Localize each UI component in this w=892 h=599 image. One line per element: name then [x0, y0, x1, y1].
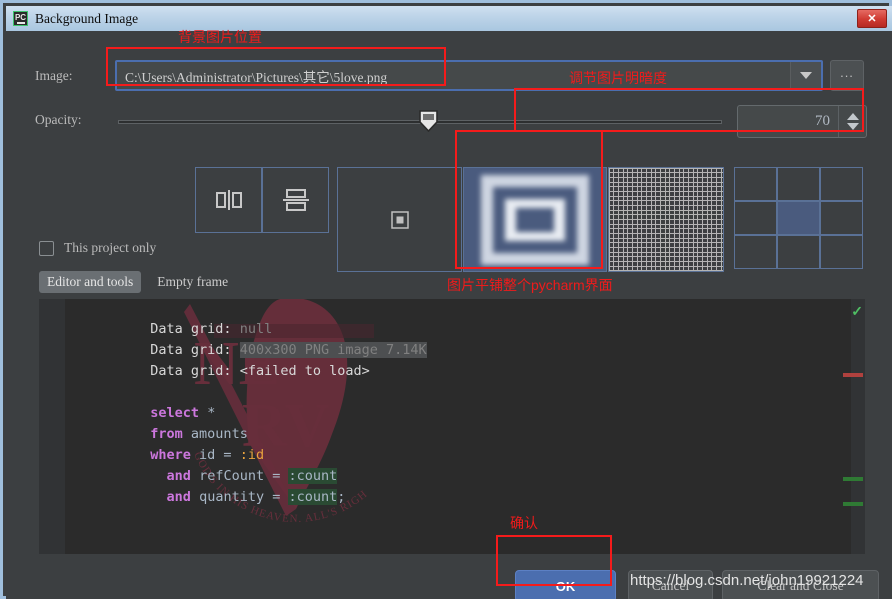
image-path-combobox[interactable]: C:\Users\Administrator\Pictures\其它\5love…	[115, 60, 823, 91]
dialog-title: Background Image	[35, 10, 139, 26]
scaled-preview-image	[464, 168, 606, 271]
anchor-top-left[interactable]	[734, 167, 777, 201]
spinner-up-icon[interactable]	[846, 113, 859, 120]
anchor-bottom-left[interactable]	[734, 235, 777, 269]
anchor-bottom-right[interactable]	[820, 235, 863, 269]
watermark-url: https://blog.csdn.net/john19921224	[630, 572, 864, 589]
browse-button[interactable]: ...	[830, 60, 864, 91]
code-prefix: Data grid:	[150, 363, 240, 379]
tab-empty-frame[interactable]: Empty frame	[149, 271, 236, 293]
flip-horizontal-button[interactable]	[195, 167, 262, 233]
placement-scaled-preview[interactable]	[463, 167, 607, 272]
anchor-top-center[interactable]	[777, 167, 820, 201]
anchor-middle-right[interactable]	[820, 201, 863, 235]
spinner-arrows[interactable]	[838, 106, 866, 137]
marker-error[interactable]	[843, 373, 863, 377]
tab-editor-and-tools[interactable]: Editor and tools	[39, 271, 142, 293]
placement-options	[6, 139, 892, 272]
placement-tiled-preview[interactable]	[608, 167, 724, 272]
pycharm-icon: PC	[13, 11, 28, 26]
screenshot-root: PC Background Image ✕ Image: C:\Users\Ad…	[0, 0, 892, 599]
anchor-center[interactable]	[777, 201, 820, 235]
anchor-top-right[interactable]	[820, 167, 863, 201]
flip-horizontal-icon	[215, 190, 242, 210]
ok-button[interactable]: OK	[515, 570, 616, 599]
opacity-spinner[interactable]: 70	[737, 105, 867, 138]
scope-tabs: Editor and tools Empty frame	[39, 271, 236, 293]
code-value: <failed to load>	[239, 363, 370, 379]
placement-single-button[interactable]	[337, 167, 462, 272]
opacity-value[interactable]: 70	[738, 106, 838, 137]
image-path-input[interactable]: C:\Users\Administrator\Pictures\其它\5love…	[117, 66, 790, 86]
dialog-body: Image: C:\Users\Administrator\Pictures\其…	[6, 31, 892, 599]
flip-vertical-button[interactable]	[262, 167, 329, 233]
anchor-middle-left[interactable]	[734, 201, 777, 235]
editor-gutter	[39, 299, 65, 554]
single-image-icon	[390, 210, 409, 229]
dialog-titlebar: PC Background Image ✕	[6, 6, 892, 31]
chevron-down-icon[interactable]	[790, 62, 821, 89]
checkbox-box[interactable]	[39, 240, 54, 256]
marker-change[interactable]	[843, 477, 863, 481]
close-button[interactable]: ✕	[857, 9, 887, 28]
this-project-only-checkbox[interactable]: This project only	[39, 240, 156, 256]
image-row: Image: C:\Users\Administrator\Pictures\其…	[6, 58, 892, 96]
marker-change[interactable]	[843, 502, 863, 506]
editor-markers-gutter[interactable]: ✓	[843, 299, 865, 554]
flip-vertical-icon	[282, 189, 309, 211]
spinner-down-icon[interactable]	[846, 123, 859, 130]
anchor-bottom-center[interactable]	[777, 235, 820, 269]
background-image-dialog: PC Background Image ✕ Image: C:\Users\Ad…	[0, 0, 892, 599]
opacity-label: Opacity:	[35, 112, 82, 127]
checkbox-label: This project only	[64, 240, 157, 255]
check-ok-icon: ✓	[851, 303, 863, 319]
tiled-preview-image	[609, 168, 723, 271]
editor-preview[interactable]: NE RV GOD'S IN HIS HEAVEN. ALL'S RIGHT W…	[39, 299, 865, 554]
code-line-3: Data grid: <failed to load>	[69, 347, 370, 395]
anchor-position-grid	[734, 167, 865, 272]
opacity-row: Opacity: 70	[6, 99, 892, 139]
code-line-9: and quantity = :count;	[166, 489, 346, 505]
image-label: Image:	[35, 68, 73, 83]
opacity-slider-handle[interactable]	[419, 110, 438, 132]
